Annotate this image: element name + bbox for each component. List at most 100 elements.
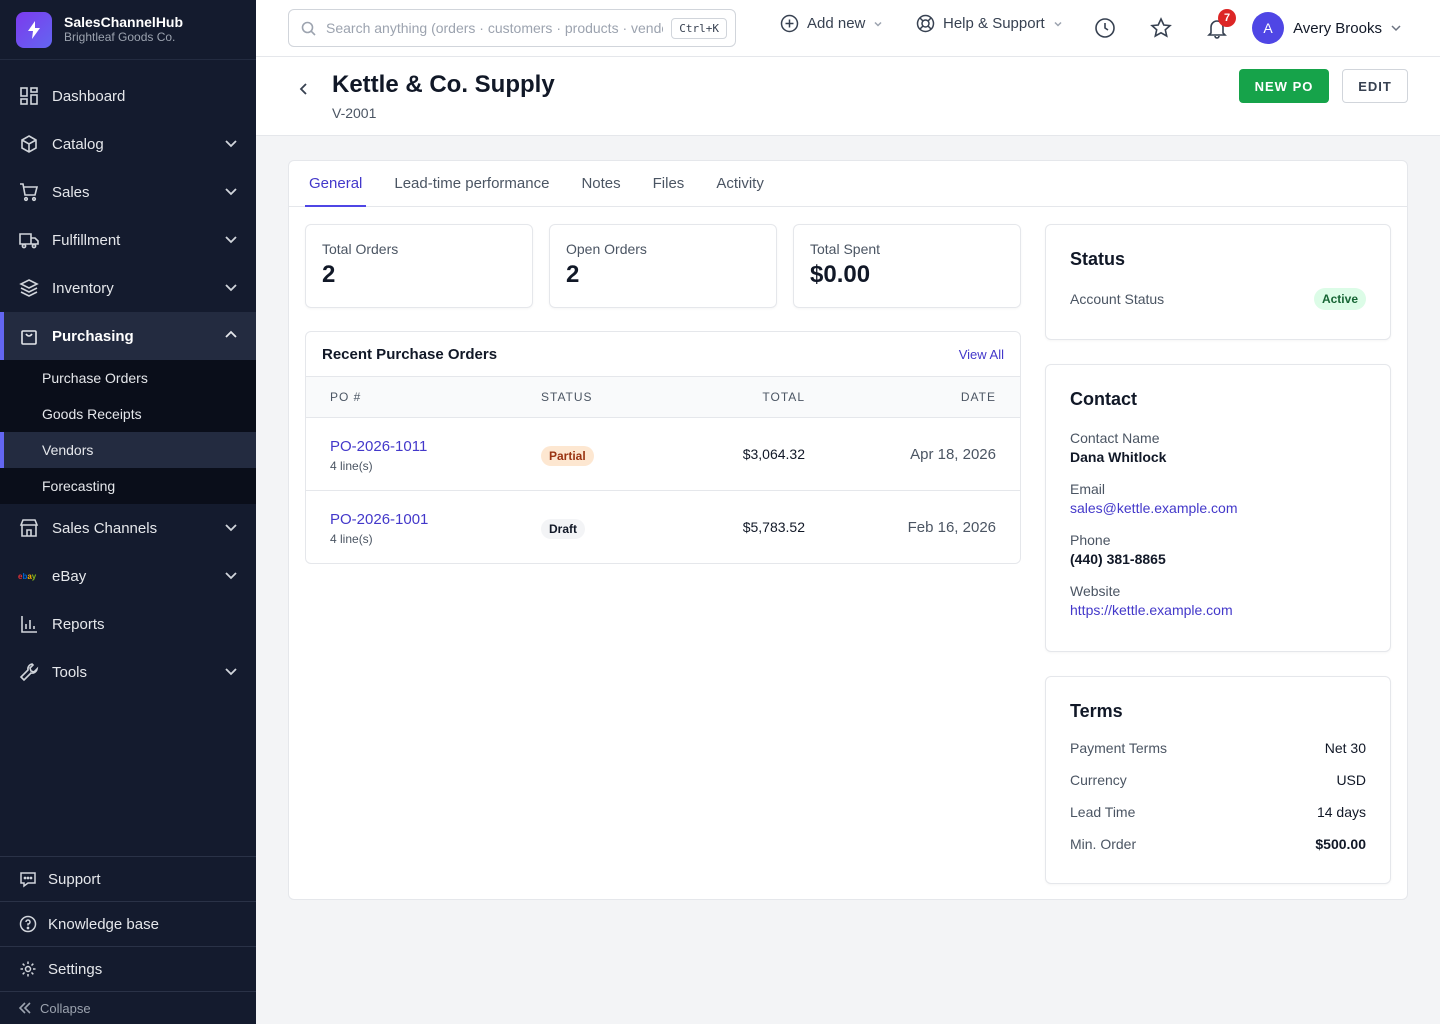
favorites-button[interactable] (1148, 15, 1174, 41)
history-button[interactable] (1092, 15, 1118, 41)
email-label: Email (1070, 481, 1106, 497)
stat-label: Open Orders (566, 241, 647, 257)
column-header-total[interactable]: TOTAL (762, 390, 805, 404)
status-badge: Draft (541, 519, 586, 539)
cart-icon (18, 181, 40, 203)
sidebar-item-knowledge-base[interactable]: Knowledge base (0, 902, 256, 947)
sidebar-item-catalog[interactable]: Catalog (0, 120, 256, 168)
sidebar-item-label: Settings (48, 960, 103, 978)
terms-value: $500.00 (1315, 836, 1366, 852)
terms-value: USD (1336, 772, 1366, 788)
subnav-item-forecasting[interactable]: Forecasting (0, 468, 256, 504)
sidebar-item-label: Inventory (52, 279, 114, 297)
account-status-label: Account Status (1070, 291, 1165, 307)
notifications-button[interactable]: 7 (1204, 9, 1236, 41)
view-all-link[interactable]: View All (959, 347, 1004, 362)
user-menu[interactable]: A Avery Brooks (1252, 12, 1402, 44)
terms-label: Min. Order (1070, 836, 1137, 852)
chevron-down-icon (224, 280, 238, 298)
edit-button[interactable]: EDIT (1342, 69, 1408, 103)
collapse-label: Collapse (40, 1000, 91, 1016)
sidebar-footer: Support Knowledge base Settings Collapse (0, 856, 256, 1024)
new-po-button[interactable]: NEW PO (1239, 69, 1329, 103)
tab-activity[interactable]: Activity (712, 161, 768, 206)
tab-general[interactable]: General (305, 161, 367, 207)
phone-label: Phone (1070, 532, 1111, 548)
bar-chart-icon (18, 613, 40, 635)
add-new-label: Add new (807, 15, 866, 32)
chevron-down-icon (224, 136, 238, 154)
sidebar-item-label: Knowledge base (48, 915, 159, 933)
collapse-sidebar-button[interactable]: Collapse (0, 992, 256, 1024)
sidebar-item-fulfillment[interactable]: Fulfillment (0, 216, 256, 264)
avatar: A (1252, 12, 1285, 44)
chat-icon (18, 869, 38, 889)
notification-count-badge: 7 (1218, 9, 1236, 27)
terms-label: Lead Time (1070, 804, 1136, 820)
po-total: $3,064.32 (742, 446, 805, 462)
sidebar-item-settings[interactable]: Settings (0, 947, 256, 992)
sidebar-item-inventory[interactable]: Inventory (0, 264, 256, 312)
sidebar-item-label: eBay (52, 567, 87, 585)
sidebar-item-sales-channels[interactable]: Sales Channels (0, 504, 256, 552)
table-row[interactable]: PO-2026-1011 4 line(s) Partial $3,064.32… (306, 418, 1020, 491)
tab-lead-time-performance[interactable]: Lead-time performance (390, 161, 553, 206)
subnav-item-purchase-orders[interactable]: Purchase Orders (0, 360, 256, 396)
column-header-po[interactable]: PO # (330, 390, 361, 404)
sidebar-item-ebay[interactable]: ebay eBay (0, 552, 256, 600)
sidebar: SalesChannelHub Brightleaf Goods Co. Das… (0, 0, 256, 1024)
chevron-down-icon (224, 232, 238, 250)
plus-circle-icon (780, 14, 799, 33)
company-name: Brightleaf Goods Co. (64, 30, 176, 44)
subnav-item-goods-receipts[interactable]: Goods Receipts (0, 396, 256, 432)
sidebar-item-sales[interactable]: Sales (0, 168, 256, 216)
terms-value: 14 days (1316, 804, 1366, 820)
sidebar-item-tools[interactable]: Tools (0, 648, 256, 696)
chevron-down-icon (873, 19, 883, 29)
website-link[interactable]: https://kettle.example.com (1070, 602, 1366, 618)
search-input[interactable]: Search anything (orders · customers · pr… (326, 20, 663, 36)
box-icon (18, 133, 40, 155)
po-number-link[interactable]: PO-2026-1001 (330, 511, 428, 528)
table-row[interactable]: PO-2026-1001 4 line(s) Draft $5,783.52 F… (306, 491, 1020, 563)
store-icon (18, 517, 40, 539)
sidebar-item-reports[interactable]: Reports (0, 600, 256, 648)
po-line-count: 4 line(s) (330, 459, 373, 473)
page-header: Kettle & Co. Supply V-2001 NEW PO EDIT (256, 57, 1440, 136)
double-chevron-left-icon (18, 1001, 32, 1015)
stat-total-spent: Total Spent $0.00 (793, 224, 1021, 308)
global-search[interactable]: Search anything (orders · customers · pr… (288, 9, 736, 47)
po-number-link[interactable]: PO-2026-1011 (330, 438, 427, 455)
column-header-date[interactable]: DATE (961, 390, 996, 404)
help-support-button[interactable]: Help & Support (916, 14, 1063, 33)
sidebar-item-label: Sales Channels (52, 519, 158, 537)
po-card-header: Recent Purchase Orders View All (306, 332, 1020, 377)
bolt-icon (16, 11, 52, 48)
sidebar-item-support[interactable]: Support (0, 857, 256, 902)
subnav-item-vendors[interactable]: Vendors (0, 432, 256, 468)
status-card: Status Account Status Active (1045, 224, 1391, 340)
sidebar-item-label: Tools (52, 663, 88, 681)
sidebar-item-purchasing[interactable]: Purchasing (0, 312, 256, 360)
chevron-up-icon (224, 328, 238, 346)
terms-label: Payment Terms (1070, 740, 1167, 756)
tab-notes[interactable]: Notes (577, 161, 624, 206)
add-new-button[interactable]: Add new (780, 14, 883, 33)
tab-bar: General Lead-time performance Notes File… (289, 161, 1407, 207)
shopping-bag-icon (18, 325, 40, 347)
tab-files[interactable]: Files (649, 161, 689, 206)
column-header-status[interactable]: STATUS (541, 390, 593, 404)
user-name: Avery Brooks (1293, 19, 1382, 37)
back-button[interactable] (296, 81, 312, 102)
sidebar-item-dashboard[interactable]: Dashboard (0, 72, 256, 120)
sidebar-item-label: Support (48, 870, 101, 888)
brand-name: SalesChannelHub (64, 14, 184, 30)
chevron-down-icon (224, 568, 238, 586)
brand[interactable]: SalesChannelHub Brightleaf Goods Co. (0, 0, 256, 60)
sidebar-item-label: Purchasing (52, 327, 134, 345)
sidebar-item-label: Dashboard (52, 87, 126, 105)
email-link[interactable]: sales@kettle.example.com (1070, 500, 1366, 516)
chevron-down-icon (224, 664, 238, 682)
purchasing-subnav: Purchase Orders Goods Receipts Vendors F… (0, 360, 256, 504)
stat-total-orders: Total Orders 2 (305, 224, 533, 308)
